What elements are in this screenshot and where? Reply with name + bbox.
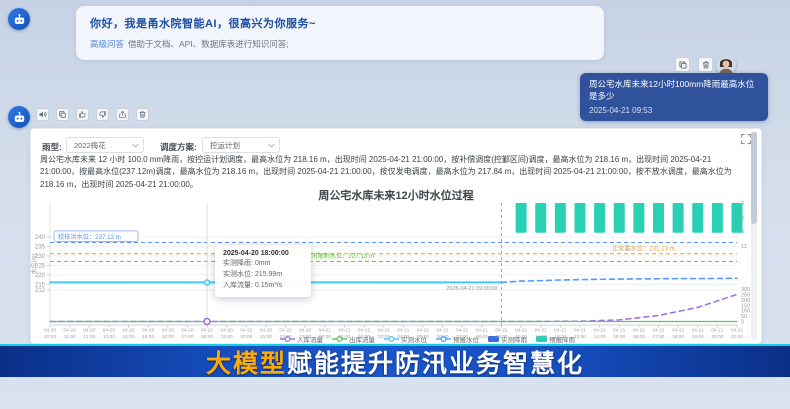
advanced-qa-desc: 借助于文档、API、数据库表进行知识问答; xyxy=(128,39,289,49)
assistant-greeting-bubble: 你好，我是甬水院智能AI，很高兴为你服务~ 高级问答借助于文档、API、数据库表… xyxy=(76,6,604,60)
plan-select[interactable]: 控运计划 xyxy=(202,137,280,153)
speaker-icon xyxy=(38,110,47,119)
ai-avatar xyxy=(8,8,30,30)
tooltip-title: 2025-04-20 18:00:00 xyxy=(223,250,303,257)
bottom-banner: 大模型赋能提升防汛业务智慧化 xyxy=(0,344,790,377)
advanced-qa-tag: 高级问答 xyxy=(90,39,124,49)
delete-message-button[interactable] xyxy=(698,57,713,72)
plan-label: 调度方案: xyxy=(160,141,197,153)
chart-title: 周公宅水库未来12小时水位过程 xyxy=(30,187,762,203)
delete-answer-button[interactable] xyxy=(136,108,149,121)
robot-icon xyxy=(12,12,27,27)
legend-item[interactable]: 入库流量 xyxy=(280,334,323,344)
person-photo-icon xyxy=(716,55,736,75)
copy-message-button[interactable] xyxy=(675,57,690,72)
legend-label: 预报水位 xyxy=(453,334,479,344)
legend-line-marker xyxy=(332,335,347,343)
rain-type-label: 雨型: xyxy=(42,141,62,153)
legend-label: 预报降雨 xyxy=(549,334,575,344)
panel-scrollbar[interactable] xyxy=(751,131,757,340)
forecast-summary-text: 周公宅水库未来 12 小时 100.0 mm降雨，按控运计划调度，最高水位为 2… xyxy=(40,154,752,191)
banner-highlight: 大模型 xyxy=(206,344,287,380)
trash-icon xyxy=(701,60,711,70)
user-message-time: 2025-04-21 09:53 xyxy=(589,106,759,115)
legend-item[interactable]: 出库流量 xyxy=(332,334,375,344)
greeting-subtitle: 高级问答借助于文档、API、数据库表进行知识问答; xyxy=(90,38,590,50)
chat-page: 你好，我是甬水院智能AI，很高兴为你服务~ 高级问答借助于文档、API、数据库表… xyxy=(0,0,790,409)
rain-type-value: 2022梅花 xyxy=(74,140,106,151)
ai-avatar-answer xyxy=(8,106,30,128)
legend-item[interactable]: 预报降雨 xyxy=(536,334,575,344)
tooltip-row: 实测降雨: 0mm xyxy=(223,259,303,270)
user-message-text: 周公宅水库未来12小时100mm降雨最高水位是多少 xyxy=(589,79,759,103)
legend-item[interactable]: 实测降雨 xyxy=(488,334,527,344)
thumbs-up-icon xyxy=(78,110,87,119)
rain-type-select[interactable]: 2022梅花 xyxy=(66,137,144,153)
banner-text: 赋能提升防汛业务智慧化 xyxy=(287,344,584,380)
legend-label: 实测水位 xyxy=(401,334,427,344)
legend-label: 入库流量 xyxy=(297,334,323,344)
legend-bar-marker xyxy=(536,335,547,343)
export-icon xyxy=(118,110,127,119)
legend-line-marker xyxy=(436,335,451,343)
thumbs-down-icon xyxy=(98,110,107,119)
legend-label: 出库流量 xyxy=(349,334,375,344)
legend-item[interactable]: 预报水位 xyxy=(436,334,479,344)
chevron-down-icon xyxy=(268,143,275,148)
trash-icon xyxy=(138,110,147,119)
legend-label: 实测降雨 xyxy=(501,334,527,344)
legend-line-marker xyxy=(384,335,399,343)
chart-tooltip: 2025-04-20 18:00:00 实测降雨: 0mm 实测水位: 215.… xyxy=(215,245,311,297)
scrollbar-thumb[interactable] xyxy=(751,132,757,224)
copy-icon xyxy=(58,110,67,119)
chart-legend: 入库流量 出库流量 实测水位 预报水位 实测降雨 预报降雨 xyxy=(280,334,575,344)
tooltip-row: 入库流量: 0.15m³/s xyxy=(223,281,303,292)
plan-value: 控运计划 xyxy=(210,140,240,151)
copy-answer-button[interactable] xyxy=(56,108,69,121)
user-avatar[interactable] xyxy=(716,55,736,75)
thumbs-up-button[interactable] xyxy=(76,108,89,121)
greeting-title: 你好，我是甬水院智能AI，很高兴为你服务~ xyxy=(90,15,590,31)
legend-bar-marker xyxy=(488,335,499,343)
legend-line-marker xyxy=(280,335,295,343)
export-answer-button[interactable] xyxy=(116,108,129,121)
copy-icon xyxy=(678,60,688,70)
tooltip-row: 实测水位: 215.99m xyxy=(223,270,303,281)
read-aloud-button[interactable] xyxy=(36,108,49,121)
legend-item[interactable]: 实测水位 xyxy=(384,334,427,344)
user-message-bubble: 周公宅水库未来12小时100mm降雨最高水位是多少 2025-04-21 09:… xyxy=(580,73,768,121)
robot-icon xyxy=(12,110,27,125)
chevron-down-icon xyxy=(132,143,139,148)
thumbs-down-button[interactable] xyxy=(96,108,109,121)
